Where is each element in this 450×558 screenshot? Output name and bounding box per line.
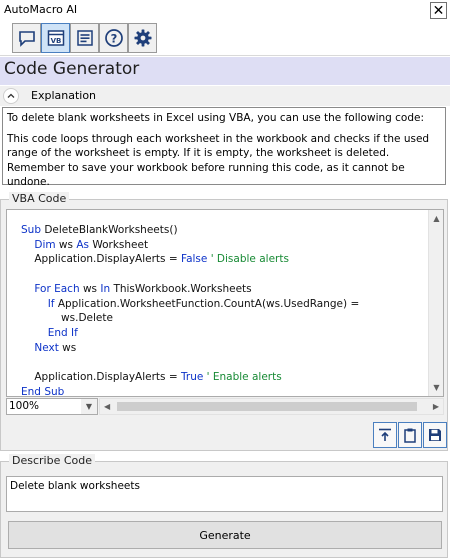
scroll-down-icon[interactable]: ▼ — [432, 383, 441, 392]
chat-button[interactable] — [12, 23, 41, 53]
horizontal-scrollbar[interactable]: ◀ ▶ — [99, 398, 444, 415]
code-line: Dim ws As Worksheet — [34, 238, 149, 251]
code-line: Next ws — [34, 341, 77, 354]
close-icon: ✕ — [432, 2, 445, 19]
insert-code-button[interactable] — [373, 422, 397, 448]
chat-icon — [18, 31, 35, 47]
explanation-text: To delete blank worksheets in Excel usin… — [2, 107, 446, 188]
svg-text:?: ? — [110, 31, 117, 45]
generate-button[interactable]: Generate — [8, 521, 442, 549]
code-line: Application.DisplayAlerts = True ' Enabl… — [21, 371, 282, 384]
document-list-icon — [76, 30, 93, 46]
scroll-left-icon[interactable]: ◀ — [104, 402, 110, 411]
explanation-paragraph: This code loops through each worksheet i… — [7, 132, 430, 189]
code-line: If Application.WorksheetFunction.CountA(… — [47, 297, 360, 310]
scroll-up-icon[interactable]: ▲ — [432, 214, 441, 223]
zoom-select[interactable]: 100% ▼ — [6, 398, 98, 415]
scroll-right-icon[interactable]: ▶ — [433, 402, 439, 411]
help-icon: ? — [104, 29, 123, 47]
vb-editor-icon: VB — [47, 30, 64, 46]
code-text[interactable]: Sub DeleteBlankWorksheets() Dim ws As Wo… — [21, 223, 360, 397]
chevron-down-icon[interactable]: ▼ — [81, 399, 97, 414]
collapse-explanation-button[interactable] — [3, 88, 19, 104]
copy-to-clipboard-button[interactable] — [398, 422, 422, 448]
page-header: Code Generator — [0, 57, 450, 85]
describe-code-input[interactable]: Delete blank worksheets — [6, 476, 443, 512]
document-list-button[interactable] — [70, 23, 99, 53]
gear-icon — [134, 29, 151, 47]
describe-code-group: Describe Code Delete blank worksheets Ge… — [0, 454, 448, 558]
insert-code-icon — [379, 428, 391, 441]
code-line: Application.DisplayAlerts = False ' Disa… — [21, 253, 289, 266]
clipboard-icon — [404, 428, 416, 443]
toolbar: VB ? — [0, 20, 450, 56]
window-title: AutoMacro AI — [4, 3, 78, 16]
title-bar: AutoMacro AI ✕ — [0, 0, 450, 20]
page-title: Code Generator — [4, 59, 140, 79]
code-line: For Each ws In ThisWorkbook.Worksheets — [34, 282, 252, 295]
vba-code-group: VBA Code Sub DeleteBlankWorksheets() Dim… — [0, 192, 448, 451]
explanation-header: Explanation — [0, 86, 450, 106]
vb-editor-button[interactable]: VB — [41, 23, 70, 53]
save-code-button[interactable] — [423, 422, 447, 448]
zoom-value: 100% — [9, 400, 40, 412]
chevron-up-icon — [7, 93, 15, 98]
help-button[interactable]: ? — [99, 23, 128, 53]
vertical-scrollbar[interactable]: ▲ ▼ — [428, 210, 443, 396]
close-button[interactable]: ✕ — [430, 2, 447, 19]
code-line: ws.Delete — [21, 312, 113, 325]
svg-text:VB: VB — [50, 37, 61, 45]
code-line: Sub DeleteBlankWorksheets() — [21, 224, 178, 236]
save-icon — [429, 429, 441, 441]
explanation-paragraph: To delete blank worksheets in Excel usin… — [7, 112, 425, 124]
scroll-thumb[interactable] — [117, 402, 417, 411]
settings-button[interactable] — [128, 23, 157, 53]
describe-code-label: Describe Code — [9, 454, 96, 467]
code-line: End Sub — [21, 385, 65, 397]
vba-code-label: VBA Code — [9, 192, 70, 205]
explanation-label: Explanation — [31, 89, 97, 102]
code-editor[interactable]: Sub DeleteBlankWorksheets() Dim ws As Wo… — [6, 209, 444, 397]
code-line: End If — [47, 326, 78, 339]
